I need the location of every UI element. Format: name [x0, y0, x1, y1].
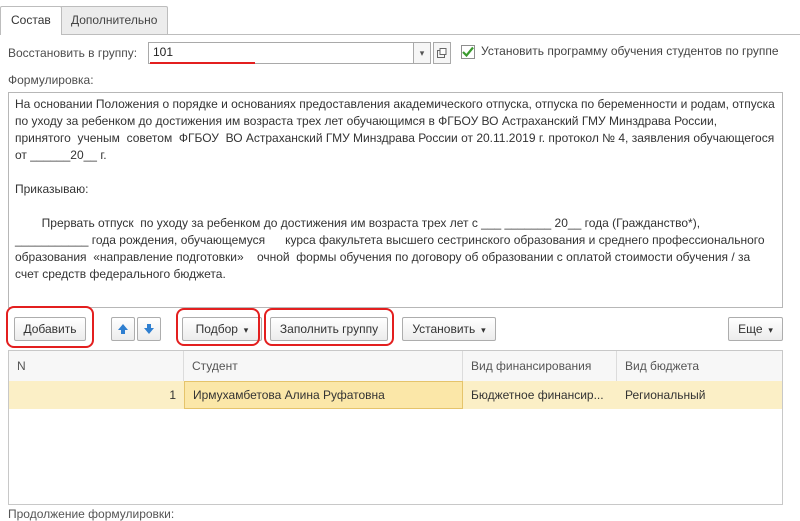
set-button[interactable]: Установить ▾: [402, 317, 496, 341]
annotation-circle-fill-group: [264, 308, 394, 346]
students-table: N Студент Вид финансирования Вид бюджета…: [8, 350, 783, 505]
program-checkbox-label: Установить программу обучения студентов …: [481, 44, 779, 58]
formulation-paragraph: Прервать отпуск по уходу за ребенком до …: [15, 216, 768, 281]
budget-cell[interactable]: Региональный: [617, 381, 782, 409]
formulation-paragraph: Приказываю:: [15, 182, 89, 196]
chevron-down-icon: ▾: [478, 325, 486, 335]
chevron-down-icon: ▾: [419, 48, 425, 58]
tab-dopolnitelno[interactable]: Дополнительно: [60, 6, 169, 34]
move-down-button[interactable]: [137, 317, 161, 341]
formulation-paragraph: На основании Положения о порядке и основ…: [15, 97, 779, 162]
annotation-circle-add: [6, 306, 94, 348]
tab-bar: Состав Дополнительно: [0, 0, 800, 35]
row-number: 1: [169, 388, 176, 402]
table-row[interactable]: 1 Ирмухамбетова Алина Руфатовна Бюджетно…: [9, 381, 782, 409]
table-header: N Студент Вид финансирования Вид бюджета: [9, 351, 782, 382]
tab-divider: [0, 34, 800, 35]
column-header-financing[interactable]: Вид финансирования: [463, 351, 617, 381]
column-header-student[interactable]: Студент: [184, 351, 463, 381]
group-label: Восстановить в группу:: [8, 46, 138, 60]
program-checkbox[interactable]: [461, 45, 475, 59]
tab-sostav[interactable]: Состав: [0, 6, 62, 35]
financing-cell[interactable]: Бюджетное финансир...: [463, 381, 617, 409]
annotation-underline: [150, 62, 255, 64]
formulation-label: Формулировка:: [8, 73, 94, 87]
formulation-paragraph: [15, 164, 776, 181]
checkmark-icon: [462, 46, 474, 58]
column-header-n[interactable]: N: [9, 351, 184, 381]
open-icon: [437, 48, 447, 58]
student-cell[interactable]: Ирмухамбетова Алина Руфатовна: [184, 381, 463, 409]
annotation-circle-select: [176, 308, 260, 346]
chevron-down-icon: ▾: [765, 325, 773, 335]
open-button[interactable]: [433, 42, 451, 64]
arrow-down-icon: [144, 324, 154, 334]
arrow-up-icon: [118, 324, 128, 334]
more-button-label: Еще: [738, 322, 763, 336]
set-button-label: Установить: [412, 322, 476, 336]
dropdown-button[interactable]: ▾: [413, 42, 431, 64]
formulation-paragraph: [15, 198, 776, 215]
move-up-button[interactable]: [111, 317, 135, 341]
continuation-label: Продолжение формулировки:: [8, 507, 175, 521]
formulation-textarea[interactable]: На основании Положения о порядке и основ…: [8, 92, 783, 308]
more-button[interactable]: Еще ▾: [728, 317, 783, 341]
column-header-budget[interactable]: Вид бюджета: [617, 351, 782, 381]
group-input[interactable]: 101: [148, 42, 416, 64]
